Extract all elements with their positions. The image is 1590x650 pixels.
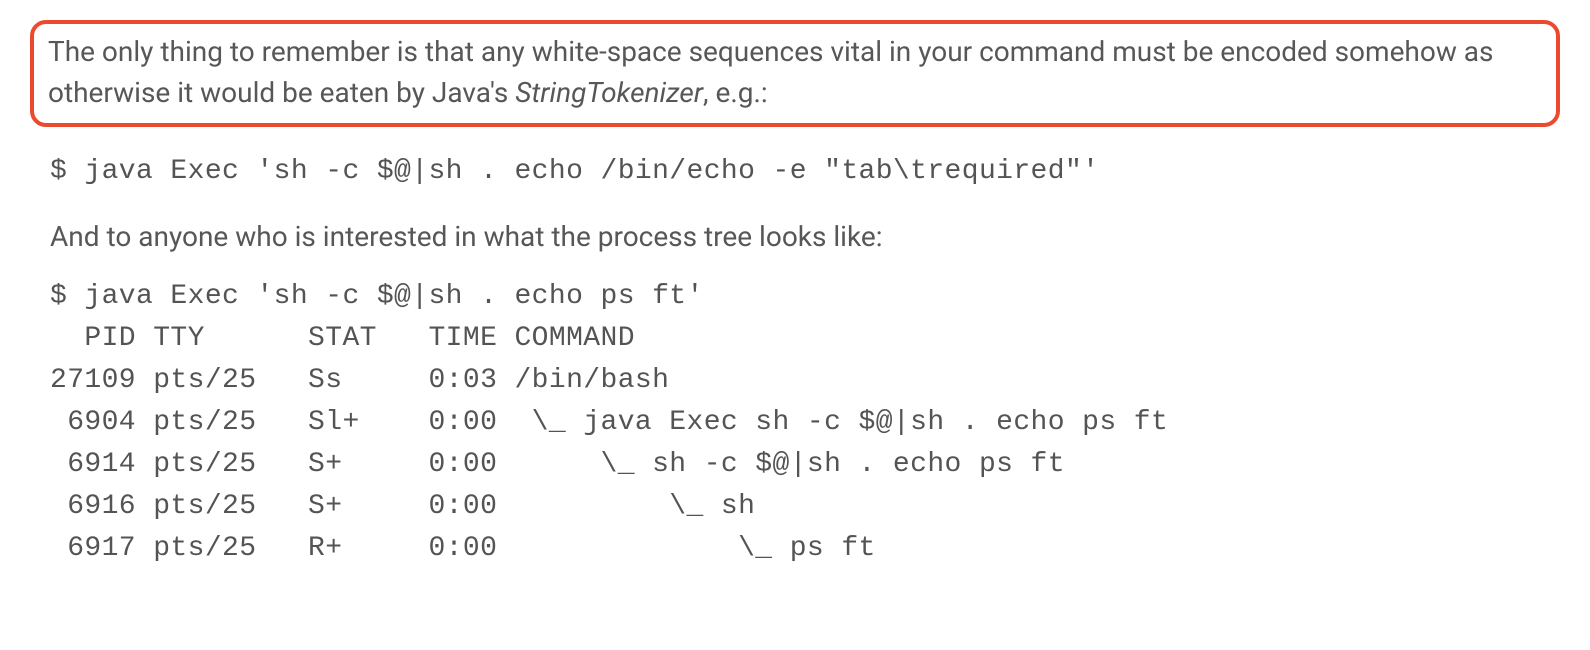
note-text-before: The only thing to remember is that any w… — [48, 35, 1494, 109]
note-paragraph: The only thing to remember is that any w… — [48, 32, 1542, 113]
note-italic-term: StringTokenizer — [515, 76, 703, 109]
note-text-after: , e.g.: — [703, 76, 768, 109]
highlighted-note: The only thing to remember is that any w… — [30, 20, 1560, 127]
paragraph-process-tree-intro: And to anyone who is interested in what … — [50, 217, 1540, 258]
code-block-process-tree: $ java Exec 'sh -c $@|sh . echo ps ft' P… — [50, 276, 1540, 570]
code-block-example-1: $ java Exec 'sh -c $@|sh . echo /bin/ech… — [50, 151, 1540, 193]
